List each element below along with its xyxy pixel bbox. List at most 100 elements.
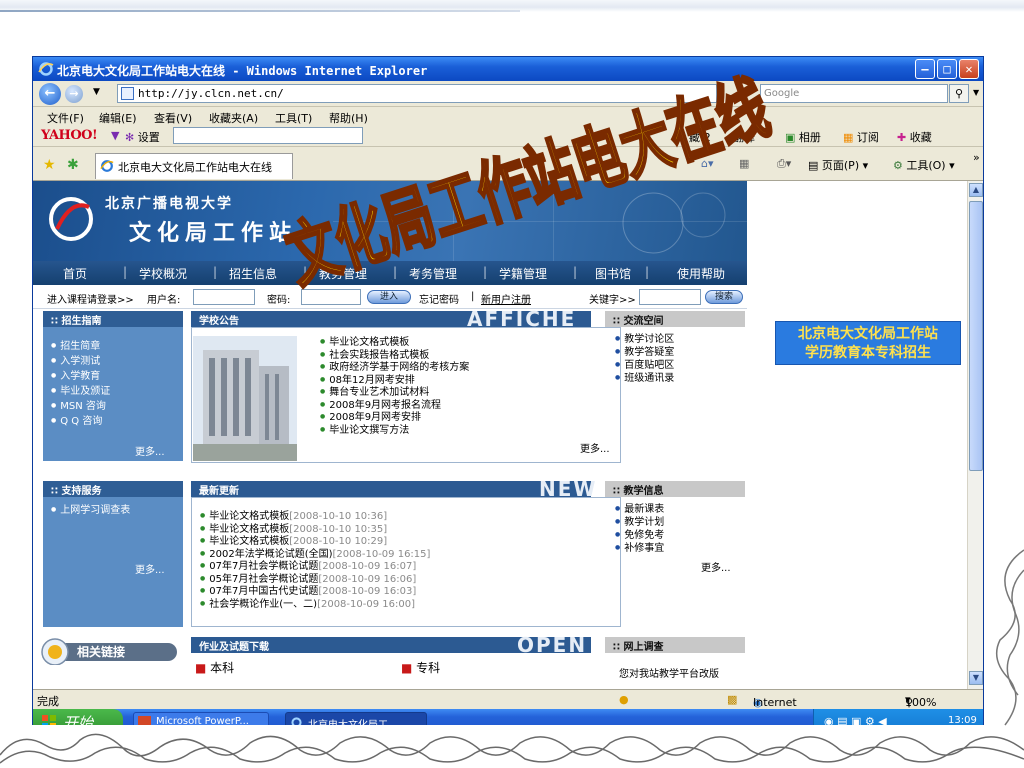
yahoo-settings[interactable]: ✻ 设置 [125, 129, 160, 145]
list-item[interactable]: 教学答疑室 [615, 346, 674, 359]
yahoo-rss[interactable]: ▦ 订阅 [843, 129, 879, 145]
yahoo-collect[interactable]: ✚ 收藏 [897, 129, 932, 145]
menu-view[interactable]: 查看(V) [154, 110, 192, 126]
list-item[interactable]: 07年7月社会学概论试题[2008-10-09 16:07] [200, 560, 430, 573]
list-item[interactable]: 毕业论文格式模板 [320, 336, 469, 349]
update-date: [2008-10-09 16:06] [318, 573, 417, 585]
scroll-down-icon[interactable]: ▼ [969, 671, 983, 685]
print-icon[interactable]: ⎙▾ [777, 157, 791, 171]
favorites-star-icon[interactable]: ★ [43, 157, 56, 173]
side-wave-decoration [995, 549, 1024, 726]
register-link[interactable]: 新用户注册 [481, 291, 531, 306]
history-dropdown-icon[interactable]: ▼ [93, 87, 100, 97]
more-link[interactable]: 更多... [135, 443, 165, 458]
related-links-label[interactable]: 相关链接 [77, 643, 125, 660]
updates-title: 最新更新 [191, 481, 591, 497]
status-bar: 完成 ● ▩ ◉ Internet ⚲ 100% ▾ [33, 689, 983, 709]
list-item[interactable]: 入学测试 [51, 354, 110, 369]
list-item[interactable]: 班级通讯录 [615, 372, 674, 385]
username-input[interactable] [193, 289, 255, 305]
nav-library[interactable]: 图书馆 [595, 265, 631, 282]
close-button[interactable]: ✕ [959, 59, 979, 79]
link-separator: | [471, 291, 475, 302]
list-item[interactable]: 毕业论文格式模板[2008-10-10 10:35] [200, 523, 430, 536]
update-title: 毕业论文格式模板 [209, 523, 290, 535]
list-item[interactable]: Q Q 咨询 [51, 414, 110, 429]
forward-icon[interactable]: → [65, 85, 83, 103]
list-item[interactable]: 社会学概论作业(一、二)[2008-10-09 16:00] [200, 598, 430, 611]
yahoo-logo[interactable]: YAHOO! [41, 128, 98, 143]
yahoo-album[interactable]: ▣ 相册 [785, 129, 821, 145]
list-item[interactable]: 08年12月网考安排 [320, 374, 469, 387]
teaching-title: ∷ 教学信息 [605, 481, 745, 497]
search-dropdown-icon[interactable]: ▼ [973, 88, 979, 97]
list-item[interactable]: MSN 咨询 [51, 399, 110, 414]
list-item[interactable]: 最新课表 [615, 503, 664, 516]
login-button[interactable]: 进入 [367, 290, 411, 304]
vertical-scrollbar[interactable]: ▲ ▼ [967, 181, 983, 689]
list-item[interactable]: 毕业论文格式模板[2008-10-10 10:29] [200, 535, 430, 548]
list-item[interactable]: 社会实践报告格式模板 [320, 349, 469, 362]
list-item[interactable]: 毕业及颁证 [51, 384, 110, 399]
back-icon[interactable]: ← [39, 83, 61, 105]
nav-home[interactable]: 首页 [63, 265, 87, 282]
list-item[interactable]: 免修免考 [615, 529, 664, 542]
search-input[interactable]: Google [760, 84, 948, 103]
list-item[interactable]: 补修事宜 [615, 542, 664, 555]
forgot-password-link[interactable]: 忘记密码 [419, 291, 459, 306]
teaching-title-text: 教学信息 [623, 486, 664, 497]
nav-records[interactable]: 学籍管理 [499, 265, 547, 282]
list-item[interactable]: 百度贴吧区 [615, 359, 674, 372]
list-item[interactable]: 05年7月社会学概论试题[2008-10-09 16:06] [200, 573, 430, 586]
list-item[interactable]: 毕业论文撰写方法 [320, 424, 469, 437]
page-menu-icon: ▤ [808, 159, 822, 172]
list-item[interactable]: 入学教育 [51, 369, 110, 384]
list-item[interactable]: 2002年法学概论试题(全国)[2008-10-09 16:15] [200, 548, 430, 561]
maximize-button[interactable]: □ [937, 59, 957, 79]
download-junior[interactable]: ■ 专科 [401, 659, 440, 676]
more-link[interactable]: 更多... [580, 440, 610, 455]
list-item[interactable]: 教学计划 [615, 516, 664, 529]
keyword-input[interactable] [639, 289, 701, 305]
school-name: 北京广播电视大学 [105, 196, 233, 212]
more-link[interactable]: 更多... [135, 561, 165, 576]
page-menu-label: 页面(P) [821, 159, 860, 172]
enrollment-banner[interactable]: 北京电大文化局工作站 学历教育本专科招生 [775, 321, 961, 365]
minimize-button[interactable]: – [915, 59, 935, 79]
search-icon[interactable]: ⚲ [949, 84, 969, 103]
list-item[interactable]: 教学讨论区 [615, 333, 674, 346]
list-item[interactable]: 上网学习调查表 [51, 503, 130, 518]
list-item[interactable]: 舞台专业艺术加试材料 [320, 386, 469, 399]
menu-edit[interactable]: 编辑(E) [99, 110, 137, 126]
list-item[interactable]: 2008年9月网考报名流程 [320, 399, 469, 412]
list-item[interactable]: 招生简章 [51, 339, 110, 354]
site-search-button[interactable]: 搜索 [705, 290, 743, 304]
tools-menu[interactable]: ⚙ 工具(O) ▾ [893, 157, 955, 173]
updates-panel: 毕业论文格式模板[2008-10-10 10:36] 毕业论文格式模板[2008… [191, 497, 621, 627]
page-icon [121, 87, 134, 100]
list-item[interactable]: 毕业论文格式模板[2008-10-10 10:36] [200, 510, 430, 523]
list-item[interactable]: 政府经济学基于网络的考核方案 [320, 361, 469, 374]
nav-exams[interactable]: 考务管理 [409, 265, 457, 282]
toolbar-overflow-icon[interactable]: » [973, 151, 980, 164]
download-undergrad[interactable]: ■ 本科 [195, 659, 234, 676]
menu-file[interactable]: 文件(F) [47, 110, 84, 126]
page-menu[interactable]: ▤ 页面(P) ▾ [808, 157, 868, 173]
yahoo-dropdown-icon[interactable]: ▼ [111, 129, 119, 142]
add-favorite-icon[interactable]: ✱ [67, 157, 79, 173]
nav-help[interactable]: 使用帮助 [677, 265, 725, 282]
nav-admissions[interactable]: 招生信息 [229, 265, 277, 282]
more-link[interactable]: 更多... [701, 559, 731, 574]
updates-title-text: 最新更新 [199, 486, 239, 497]
update-date: [2008-10-10 10:35] [289, 523, 388, 535]
scroll-thumb[interactable] [969, 201, 983, 471]
list-item[interactable]: 2008年9月网考安排 [320, 411, 469, 424]
warning-icon[interactable]: ● [619, 693, 629, 706]
zoom-level[interactable]: ⚲ 100% ▾ [905, 693, 936, 709]
update-title: 07年7月中国古代史试题 [209, 586, 319, 597]
scroll-up-icon[interactable]: ▲ [969, 183, 983, 197]
enrollment-panel: ∷ 招生指南 招生简章 入学测试 入学教育 毕业及颁证 MSN 咨询 Q Q 咨… [43, 311, 183, 461]
menu-favorites[interactable]: 收藏夹(A) [209, 110, 258, 126]
list-item[interactable]: 07年7月中国古代史试题[2008-10-09 16:03] [200, 585, 430, 598]
nav-about[interactable]: 学校概况 [139, 265, 187, 282]
